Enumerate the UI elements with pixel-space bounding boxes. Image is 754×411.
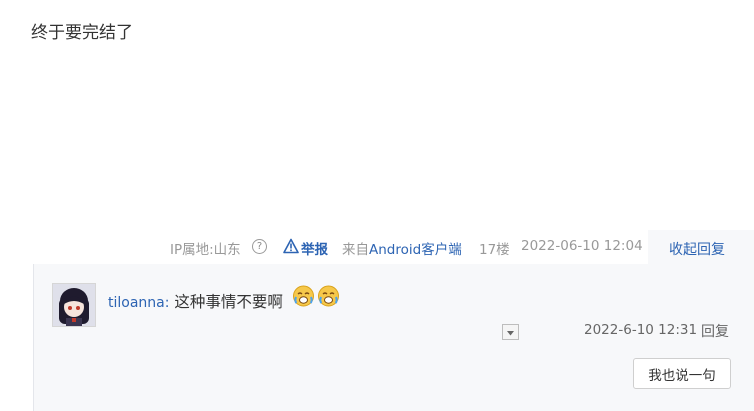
say-something-button[interactable]: 我也说一句 — [633, 358, 731, 389]
warning-triangle-icon — [283, 238, 299, 254]
client-source: 来自Android客户端 — [342, 238, 462, 258]
collapse-replies-button[interactable]: 收起回复 — [669, 239, 725, 259]
post-content: 终于要完结了 — [31, 23, 133, 43]
reply-button[interactable]: 回复 — [701, 321, 729, 341]
avatar[interactable] — [52, 283, 96, 327]
client-source-prefix: 来自 — [342, 242, 369, 258]
reply-time: 2022-6-10 12:31 — [584, 322, 698, 338]
reply-username[interactable]: tiloanna: — [108, 295, 169, 311]
crying-face-icon — [318, 285, 339, 307]
post-meta-bar: IP属地:山东 ? 举报 来自Android客户端 17楼 2022-06-10… — [0, 236, 648, 258]
floor-number: 17楼 — [479, 242, 510, 258]
chevron-down-glyph — [507, 331, 514, 336]
chevron-down-icon[interactable] — [502, 324, 519, 340]
reply-comment: tiloanna: 这种事情不要啊 — [108, 290, 283, 312]
ip-location: IP属地:山东 — [170, 242, 241, 258]
reply-text: 这种事情不要啊 — [169, 293, 283, 311]
crying-face-icon — [293, 285, 314, 307]
avatar-image — [53, 284, 95, 326]
post-time: 2022-06-10 12:04 — [521, 238, 643, 254]
question-circle-icon[interactable]: ? — [252, 239, 267, 254]
report-label: 举报 — [301, 242, 328, 258]
client-link[interactable]: Android客户端 — [369, 242, 462, 258]
